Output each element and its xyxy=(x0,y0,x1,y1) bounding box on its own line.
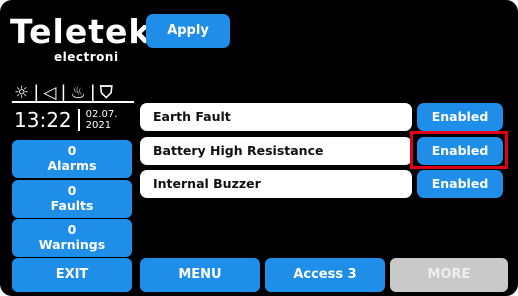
setting-label-battery-high-resistance: Battery High Resistance xyxy=(140,137,412,165)
selection-highlight xyxy=(410,131,508,169)
alarms-button[interactable]: 0 Alarms xyxy=(12,140,132,178)
clock: 13:22 02.07. 2021 xyxy=(14,104,117,136)
more-button[interactable]: MORE xyxy=(390,258,508,292)
setting-label-internal-buzzer: Internal Buzzer xyxy=(140,170,412,198)
clock-date: 02.07. 2021 xyxy=(86,109,118,131)
toggle-earth-fault[interactable]: Enabled xyxy=(417,103,503,131)
date-year: 2021 xyxy=(85,120,112,131)
sun-icon: ☼ xyxy=(14,82,30,103)
flame-icon: ♨ xyxy=(70,82,86,103)
separator: | xyxy=(89,82,96,103)
clock-separator xyxy=(77,109,80,131)
status-icons: ☼ | ◁ | ♨ | ⛉ xyxy=(14,82,113,103)
toggle-internal-buzzer[interactable]: Enabled xyxy=(417,170,503,198)
alarms-count: 0 xyxy=(67,143,77,158)
separator: | xyxy=(33,82,40,103)
warnings-label: Warnings xyxy=(38,237,106,252)
extinguisher-icon: ⛉ xyxy=(99,82,113,103)
faults-count: 0 xyxy=(67,183,77,198)
brand-name: Teletek xyxy=(10,12,152,51)
separator: | xyxy=(60,82,67,103)
date-day-month: 02.07. xyxy=(85,109,118,120)
panel-screen: Teletek electroni ☼ | ◁ | ♨ | ⛉ 13:22 02… xyxy=(0,0,518,296)
clock-time: 13:22 xyxy=(14,108,72,132)
alarms-label: Alarms xyxy=(47,158,97,173)
teletek-logo: Teletek electroni xyxy=(10,12,152,65)
access-level-button[interactable]: Access 3 xyxy=(265,258,385,292)
faults-label: Faults xyxy=(50,198,94,213)
speaker-icon: ◁ xyxy=(43,82,57,103)
apply-button[interactable]: Apply xyxy=(146,14,230,48)
menu-button[interactable]: MENU xyxy=(140,258,260,292)
setting-label-earth-fault: Earth Fault xyxy=(140,103,412,131)
faults-button[interactable]: 0 Faults xyxy=(12,180,132,218)
divider xyxy=(12,101,134,103)
warnings-button[interactable]: 0 Warnings xyxy=(12,219,132,257)
exit-button[interactable]: EXIT xyxy=(12,258,132,292)
warnings-count: 0 xyxy=(67,222,77,237)
brand-sub: electroni xyxy=(54,50,119,64)
